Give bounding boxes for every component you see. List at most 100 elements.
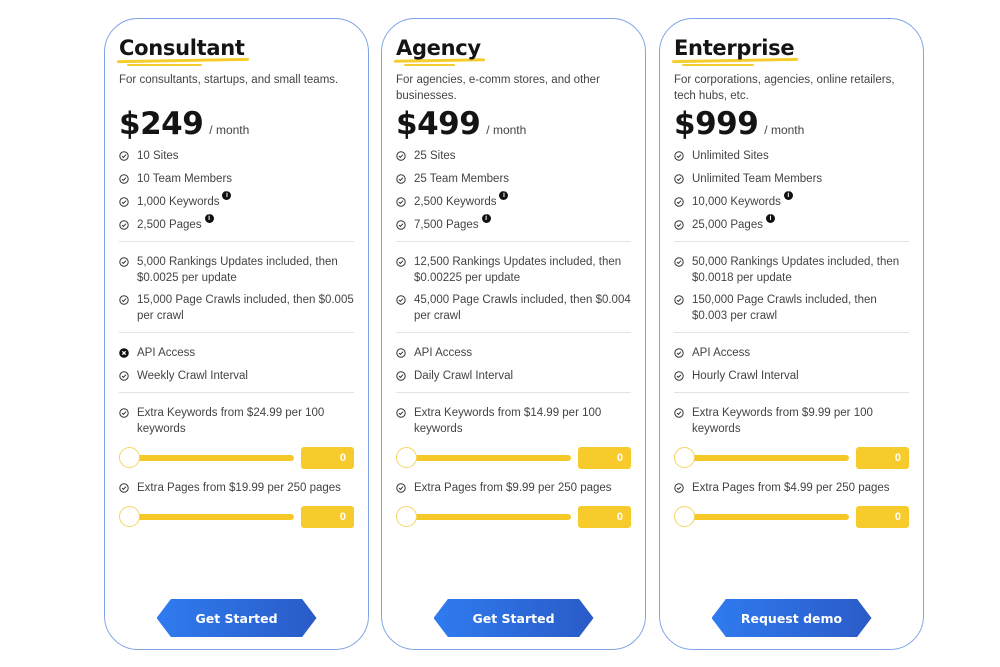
divider	[674, 332, 909, 333]
divider	[674, 241, 909, 242]
extra-keywords-value[interactable]: 0	[578, 447, 631, 469]
check-circle-icon	[674, 348, 688, 358]
divider	[119, 241, 354, 242]
info-icon[interactable]: i	[481, 214, 491, 223]
plan-title: Consultant	[119, 36, 245, 60]
feature-item: API Access	[396, 345, 631, 361]
feature-item: 10 Sites	[119, 148, 354, 164]
request-demo-button[interactable]: Request demo	[711, 599, 872, 637]
check-circle-icon	[396, 257, 410, 267]
get-started-button[interactable]: Get Started	[156, 599, 317, 637]
feature-text: Daily Crawl Interval	[414, 370, 514, 382]
divider	[396, 332, 631, 333]
feature-text: Unlimited Team Members	[692, 173, 823, 185]
check-circle-icon	[119, 295, 133, 305]
slider-track[interactable]	[125, 455, 294, 461]
feature-item: Extra Keywords from $14.99 per 100 keywo…	[396, 405, 631, 437]
feature-item: Extra Keywords from $9.99 per 100 keywor…	[674, 405, 909, 437]
feature-item: 25 Team Members	[396, 171, 631, 187]
check-circle-icon	[396, 295, 410, 305]
feature-item: Extra Keywords from $24.99 per 100 keywo…	[119, 405, 354, 437]
slider-handle[interactable]	[674, 447, 695, 468]
feature-item: 25,000 Pages i	[674, 214, 909, 233]
feature-item: API Access	[119, 345, 354, 361]
check-circle-icon	[674, 483, 688, 493]
basic-features: Unlimited Sites Unlimited Team Members 10,…	[674, 148, 909, 233]
feature-text: 1,000 Keywords	[137, 196, 220, 208]
extra-keywords-slider[interactable]	[119, 447, 294, 469]
feature-text: 15,000 Page Crawls included, then $0.005…	[137, 294, 354, 322]
info-icon[interactable]: i	[222, 191, 232, 200]
check-circle-icon	[396, 483, 410, 493]
extra-pages-value[interactable]: 0	[578, 506, 631, 528]
extra-keywords-slider[interactable]	[396, 447, 571, 469]
feature-text: 10 Sites	[137, 150, 179, 162]
check-circle-icon	[674, 257, 688, 267]
slider-track[interactable]	[125, 514, 294, 520]
info-icon[interactable]: i	[204, 214, 214, 223]
slider-handle[interactable]	[396, 447, 417, 468]
check-circle-icon	[119, 408, 133, 418]
divider	[674, 392, 909, 393]
price-row: $249 / month	[119, 106, 354, 142]
slider-handle[interactable]	[119, 447, 140, 468]
plan-price: $249	[119, 106, 204, 142]
slider-track[interactable]	[680, 514, 849, 520]
feature-item: Unlimited Team Members	[674, 171, 909, 187]
feature-text: Unlimited Sites	[692, 150, 769, 162]
price-period: / month	[486, 123, 527, 137]
feature-item: 7,500 Pages i	[396, 214, 631, 233]
check-circle-icon	[119, 197, 133, 207]
slider-handle[interactable]	[674, 506, 695, 527]
slider-track[interactable]	[402, 455, 571, 461]
feature-text: API Access	[692, 347, 751, 359]
feature-item: 45,000 Page Crawls included, then $0.004…	[396, 292, 631, 324]
extra-pages-slider[interactable]	[119, 506, 294, 528]
extra-keywords-slider[interactable]	[674, 447, 849, 469]
feature-text: API Access	[414, 347, 473, 359]
get-started-button[interactable]: Get Started	[433, 599, 594, 637]
plan-title-wrap: Enterprise	[671, 33, 799, 67]
plan-title: Enterprise	[674, 36, 795, 60]
check-circle-icon	[396, 371, 410, 381]
info-icon[interactable]: i	[499, 191, 509, 200]
check-circle-icon	[396, 197, 410, 207]
info-icon[interactable]: i	[765, 214, 775, 223]
extra-pages-slider[interactable]	[674, 506, 849, 528]
plan-title: Agency	[396, 36, 481, 60]
slider-handle[interactable]	[396, 506, 417, 527]
extra-keywords-value[interactable]: 0	[856, 447, 909, 469]
info-icon[interactable]: i	[783, 191, 793, 200]
feature-item: 2,500 Keywords i	[396, 191, 631, 210]
extra-pages-slider[interactable]	[396, 506, 571, 528]
divider	[119, 392, 354, 393]
check-circle-icon	[119, 151, 133, 161]
slider-track[interactable]	[680, 455, 849, 461]
check-circle-icon	[674, 220, 688, 230]
feature-text: Extra Pages from $4.99 per 250 pages	[692, 482, 890, 494]
check-circle-icon	[674, 197, 688, 207]
divider	[396, 241, 631, 242]
extra-keywords-value[interactable]: 0	[301, 447, 354, 469]
feature-item: Extra Pages from $9.99 per 250 pages	[396, 480, 631, 496]
check-circle-icon	[674, 295, 688, 305]
access-features: API Access Weekly Crawl Interval	[119, 345, 354, 384]
feature-text: API Access	[137, 347, 196, 359]
check-circle-icon	[119, 174, 133, 184]
check-circle-icon	[674, 408, 688, 418]
feature-text: 2,500 Keywords	[414, 196, 497, 208]
feature-text: Extra Keywords from $9.99 per 100 keywor…	[692, 407, 873, 435]
slider-track[interactable]	[402, 514, 571, 520]
extra-slider-row: 0	[674, 446, 909, 470]
extra-pages-value[interactable]: 0	[301, 506, 354, 528]
title-underline-accent	[127, 64, 203, 66]
access-features: API Access Daily Crawl Interval	[396, 345, 631, 384]
title-underline-accent	[404, 64, 455, 66]
extra-pages-value[interactable]: 0	[856, 506, 909, 528]
slider-handle[interactable]	[119, 506, 140, 527]
plan-description: For agencies, e-comm stores, and other b…	[396, 74, 600, 102]
extras-section: Extra Keywords from $14.99 per 100 keywo…	[396, 405, 631, 529]
feature-item: 2,500 Pages i	[119, 214, 354, 233]
check-circle-icon	[119, 483, 133, 493]
feature-text: 2,500 Pages	[137, 219, 202, 231]
